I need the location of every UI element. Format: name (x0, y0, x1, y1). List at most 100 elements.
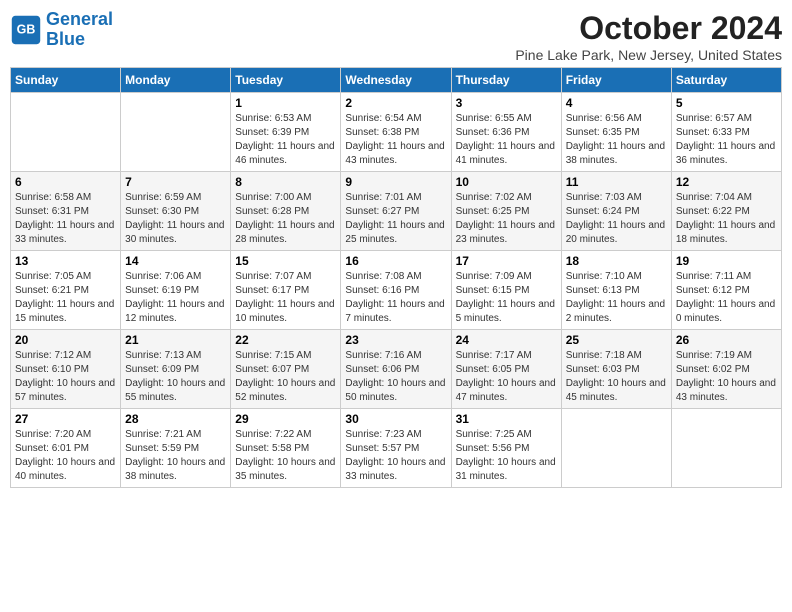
day-number: 1 (235, 96, 336, 110)
calendar-cell: 9 Sunrise: 7:01 AM Sunset: 6:27 PM Daylig… (341, 172, 451, 251)
day-info: Sunrise: 6:54 AM Sunset: 6:38 PM Dayligh… (345, 112, 446, 168)
calendar-body: 1 Sunrise: 6:53 AM Sunset: 6:39 PM Daylig… (11, 93, 782, 488)
day-info: Sunrise: 7:17 AM Sunset: 6:05 PM Dayligh… (456, 349, 557, 405)
day-number: 3 (456, 96, 557, 110)
day-info: Sunrise: 6:53 AM Sunset: 6:39 PM Dayligh… (235, 112, 336, 168)
day-info: Sunrise: 7:12 AM Sunset: 6:10 PM Dayligh… (15, 349, 116, 405)
day-number: 28 (125, 412, 226, 426)
day-number: 2 (345, 96, 446, 110)
calendar-cell: 31 Sunrise: 7:25 AM Sunset: 5:56 PM Dayli… (451, 409, 561, 488)
calendar-cell: 12 Sunrise: 7:04 AM Sunset: 6:22 PM Dayli… (671, 172, 781, 251)
day-info: Sunrise: 7:23 AM Sunset: 5:57 PM Dayligh… (345, 428, 446, 484)
day-info: Sunrise: 7:09 AM Sunset: 6:15 PM Dayligh… (456, 270, 557, 326)
weekday-wednesday: Wednesday (341, 68, 451, 93)
calendar-cell: 19 Sunrise: 7:11 AM Sunset: 6:12 PM Dayli… (671, 251, 781, 330)
week-row-5: 27Sunrise: 7:20 AM Sunset: 6:01 PM Dayli… (11, 409, 782, 488)
calendar-cell: 2 Sunrise: 6:54 AM Sunset: 6:38 PM Daylig… (341, 93, 451, 172)
day-number: 26 (676, 333, 777, 347)
day-info: Sunrise: 7:15 AM Sunset: 6:07 PM Dayligh… (235, 349, 336, 405)
day-info: Sunrise: 6:55 AM Sunset: 6:36 PM Dayligh… (456, 112, 557, 168)
day-info: Sunrise: 7:00 AM Sunset: 6:28 PM Dayligh… (235, 191, 336, 247)
day-number: 20 (15, 333, 116, 347)
day-number: 8 (235, 175, 336, 189)
day-number: 9 (345, 175, 446, 189)
calendar-cell: 1 Sunrise: 6:53 AM Sunset: 6:39 PM Daylig… (231, 93, 341, 172)
day-number: 24 (456, 333, 557, 347)
day-info: Sunrise: 7:21 AM Sunset: 5:59 PM Dayligh… (125, 428, 226, 484)
day-info: Sunrise: 7:01 AM Sunset: 6:27 PM Dayligh… (345, 191, 446, 247)
day-info: Sunrise: 7:07 AM Sunset: 6:17 PM Dayligh… (235, 270, 336, 326)
day-info: Sunrise: 7:03 AM Sunset: 6:24 PM Dayligh… (566, 191, 667, 247)
day-number: 22 (235, 333, 336, 347)
day-number: 6 (15, 175, 116, 189)
day-info: Sunrise: 7:04 AM Sunset: 6:22 PM Dayligh… (676, 191, 777, 247)
day-info: Sunrise: 7:11 AM Sunset: 6:12 PM Dayligh… (676, 270, 777, 326)
calendar-cell: 7Sunrise: 6:59 AM Sunset: 6:30 PM Daylig… (121, 172, 231, 251)
calendar-cell: 24 Sunrise: 7:17 AM Sunset: 6:05 PM Dayli… (451, 330, 561, 409)
day-number: 29 (235, 412, 336, 426)
day-number: 25 (566, 333, 667, 347)
day-number: 18 (566, 254, 667, 268)
week-row-2: 6 Sunrise: 6:58 AM Sunset: 6:31 PM Daylig… (11, 172, 782, 251)
weekday-tuesday: Tuesday (231, 68, 341, 93)
calendar-cell: 14Sunrise: 7:06 AM Sunset: 6:19 PM Dayli… (121, 251, 231, 330)
calendar-cell: 13 Sunrise: 7:05 AM Sunset: 6:21 PM Dayli… (11, 251, 121, 330)
calendar-cell: 8 Sunrise: 7:00 AM Sunset: 6:28 PM Daylig… (231, 172, 341, 251)
calendar-cell: 27Sunrise: 7:20 AM Sunset: 6:01 PM Dayli… (11, 409, 121, 488)
calendar-cell: 17 Sunrise: 7:09 AM Sunset: 6:15 PM Dayli… (451, 251, 561, 330)
day-info: Sunrise: 6:58 AM Sunset: 6:31 PM Dayligh… (15, 191, 116, 247)
day-number: 27 (15, 412, 116, 426)
calendar-cell: 18 Sunrise: 7:10 AM Sunset: 6:13 PM Dayli… (561, 251, 671, 330)
day-number: 5 (676, 96, 777, 110)
day-info: Sunrise: 7:05 AM Sunset: 6:21 PM Dayligh… (15, 270, 116, 326)
day-number: 13 (15, 254, 116, 268)
week-row-3: 13 Sunrise: 7:05 AM Sunset: 6:21 PM Dayli… (11, 251, 782, 330)
day-info: Sunrise: 7:25 AM Sunset: 5:56 PM Dayligh… (456, 428, 557, 484)
day-info: Sunrise: 7:16 AM Sunset: 6:06 PM Dayligh… (345, 349, 446, 405)
calendar-cell: 25 Sunrise: 7:18 AM Sunset: 6:03 PM Dayli… (561, 330, 671, 409)
logo-text: General Blue (46, 10, 113, 50)
logo: GB General Blue (10, 10, 113, 50)
day-info: Sunrise: 7:13 AM Sunset: 6:09 PM Dayligh… (125, 349, 226, 405)
week-row-4: 20 Sunrise: 7:12 AM Sunset: 6:10 PM Dayli… (11, 330, 782, 409)
calendar-cell: 26Sunrise: 7:19 AM Sunset: 6:02 PM Dayli… (671, 330, 781, 409)
calendar-table: SundayMondayTuesdayWednesdayThursdayFrid… (10, 67, 782, 488)
subtitle: Pine Lake Park, New Jersey, United State… (515, 47, 782, 63)
calendar-cell: 21Sunrise: 7:13 AM Sunset: 6:09 PM Dayli… (121, 330, 231, 409)
day-info: Sunrise: 7:02 AM Sunset: 6:25 PM Dayligh… (456, 191, 557, 247)
title-block: October 2024 Pine Lake Park, New Jersey,… (515, 10, 782, 63)
day-info: Sunrise: 7:10 AM Sunset: 6:13 PM Dayligh… (566, 270, 667, 326)
day-number: 23 (345, 333, 446, 347)
calendar-cell: 5 Sunrise: 6:57 AM Sunset: 6:33 PM Daylig… (671, 93, 781, 172)
day-info: Sunrise: 7:06 AM Sunset: 6:19 PM Dayligh… (125, 270, 226, 326)
calendar-cell: 11 Sunrise: 7:03 AM Sunset: 6:24 PM Dayli… (561, 172, 671, 251)
calendar-cell: 10Sunrise: 7:02 AM Sunset: 6:25 PM Dayli… (451, 172, 561, 251)
week-row-1: 1 Sunrise: 6:53 AM Sunset: 6:39 PM Daylig… (11, 93, 782, 172)
calendar-cell (121, 93, 231, 172)
main-title: October 2024 (515, 10, 782, 47)
weekday-saturday: Saturday (671, 68, 781, 93)
logo-icon: GB (10, 14, 42, 46)
calendar-cell: 3 Sunrise: 6:55 AM Sunset: 6:36 PM Daylig… (451, 93, 561, 172)
weekday-monday: Monday (121, 68, 231, 93)
day-number: 12 (676, 175, 777, 189)
day-number: 16 (345, 254, 446, 268)
calendar-cell (671, 409, 781, 488)
day-info: Sunrise: 6:57 AM Sunset: 6:33 PM Dayligh… (676, 112, 777, 168)
day-number: 31 (456, 412, 557, 426)
calendar-cell: 29 Sunrise: 7:22 AM Sunset: 5:58 PM Dayli… (231, 409, 341, 488)
day-number: 11 (566, 175, 667, 189)
day-info: Sunrise: 7:08 AM Sunset: 6:16 PM Dayligh… (345, 270, 446, 326)
day-number: 7 (125, 175, 226, 189)
day-number: 4 (566, 96, 667, 110)
day-number: 17 (456, 254, 557, 268)
weekday-header-row: SundayMondayTuesdayWednesdayThursdayFrid… (11, 68, 782, 93)
day-info: Sunrise: 7:18 AM Sunset: 6:03 PM Dayligh… (566, 349, 667, 405)
calendar-cell: 22 Sunrise: 7:15 AM Sunset: 6:07 PM Dayli… (231, 330, 341, 409)
day-info: Sunrise: 7:22 AM Sunset: 5:58 PM Dayligh… (235, 428, 336, 484)
weekday-friday: Friday (561, 68, 671, 93)
svg-text:GB: GB (17, 22, 36, 36)
day-info: Sunrise: 6:56 AM Sunset: 6:35 PM Dayligh… (566, 112, 667, 168)
day-number: 15 (235, 254, 336, 268)
day-number: 19 (676, 254, 777, 268)
